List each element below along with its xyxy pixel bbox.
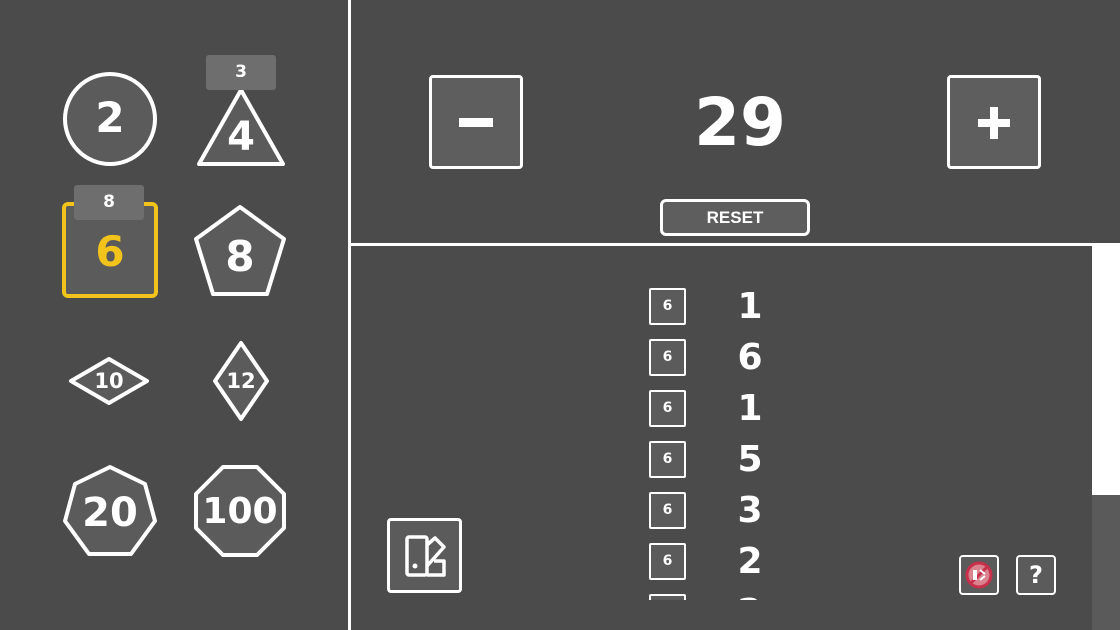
history-die-badge: 6 xyxy=(649,492,686,529)
die-d12-label: 12 xyxy=(226,369,256,393)
history-scrollbar-thumb[interactable] xyxy=(1092,495,1120,630)
roll-total: 29 xyxy=(694,84,786,161)
history-die-badge: 6 xyxy=(649,288,686,325)
increase-button[interactable] xyxy=(947,75,1041,169)
help-button[interactable]: ? xyxy=(1016,555,1056,595)
history-die-badge: 6 xyxy=(649,441,686,478)
history-die-badge: 6 xyxy=(649,339,686,376)
die-d4-label: 4 xyxy=(227,114,255,160)
die-d2-button[interactable]: 2 xyxy=(62,71,158,167)
die-d8-label: 8 xyxy=(225,232,255,281)
die-d4-button[interactable]: 4 xyxy=(196,86,286,168)
history-die-badge: 6 xyxy=(649,390,686,427)
die-d4-count-badge: 3 xyxy=(206,55,276,90)
history-roll-value: 1 xyxy=(737,286,763,327)
die-d2-label: 2 xyxy=(95,93,125,142)
palette-swatch-icon xyxy=(405,535,446,577)
plus-icon xyxy=(978,107,1010,139)
sound-toggle-button[interactable] xyxy=(959,555,999,595)
history-roll-value: 6 xyxy=(737,337,763,378)
die-d20-button[interactable]: 20 xyxy=(62,464,158,560)
reset-button[interactable]: RESET xyxy=(660,199,810,236)
history-die-badge: 6 xyxy=(649,543,686,580)
history-row: 6 6 xyxy=(649,331,809,382)
history-row: 6 3 xyxy=(649,484,809,535)
history-roll-value: 2 xyxy=(737,541,763,582)
decrease-button[interactable] xyxy=(429,75,523,169)
die-d12-button[interactable]: 12 xyxy=(212,340,270,422)
help-icon: ? xyxy=(1029,561,1043,589)
sound-off-icon xyxy=(965,561,993,589)
die-d10-label: 10 xyxy=(94,369,124,393)
die-d10-button[interactable]: 10 xyxy=(68,356,150,406)
history-roll-value: 3 xyxy=(737,490,763,531)
history-row: 6 5 xyxy=(649,433,809,484)
die-d100-label: 100 xyxy=(202,491,278,532)
dice-selector-panel: 2 4 3 6 8 8 10 12 20 100 xyxy=(0,0,348,630)
history-roll-value: 5 xyxy=(737,439,763,480)
history-row: 6 2 xyxy=(649,535,809,586)
die-d8-button[interactable]: 8 xyxy=(193,204,287,298)
roll-history-list: 6 1 6 6 6 1 6 5 6 3 6 2 6 2 xyxy=(649,280,809,600)
history-row: 6 1 xyxy=(649,280,809,331)
die-d20-label: 20 xyxy=(82,490,138,536)
minus-icon xyxy=(459,118,493,127)
history-row: 6 2 xyxy=(649,586,809,600)
history-die-badge: 6 xyxy=(649,594,686,600)
die-d6-count-badge: 8 xyxy=(74,185,144,220)
theme-button[interactable] xyxy=(387,518,462,593)
die-d100-button[interactable]: 100 xyxy=(193,464,287,558)
die-d6-label: 6 xyxy=(95,227,125,276)
history-roll-value: 1 xyxy=(737,388,763,429)
history-row: 6 1 xyxy=(649,382,809,433)
history-roll-value: 2 xyxy=(735,586,765,600)
